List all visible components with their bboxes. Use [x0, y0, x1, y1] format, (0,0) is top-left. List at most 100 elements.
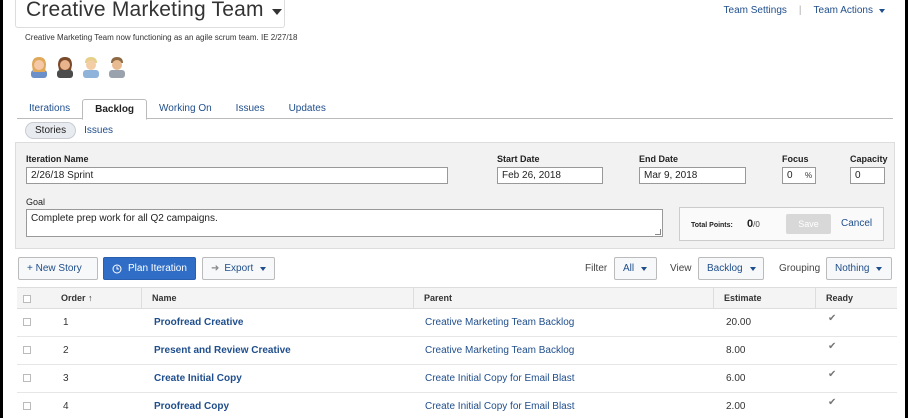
column-header-estimate[interactable]: Estimate	[713, 288, 815, 309]
tab-working-on[interactable]: Working On	[147, 99, 224, 119]
team-avatars	[29, 56, 127, 78]
grouping-label: Grouping	[779, 263, 821, 274]
chevron-down-icon[interactable]	[271, 8, 282, 15]
new-story-button[interactable]: + New Story	[18, 257, 98, 280]
column-header-order[interactable]: Order ↑	[61, 288, 93, 309]
capacity-label: Capacity	[850, 154, 888, 164]
tab-updates[interactable]: Updates	[277, 99, 338, 119]
focus-unit: %	[805, 171, 813, 180]
team-title-dropdown[interactable]: Creative Marketing Team	[15, 0, 285, 28]
stories-table: Order ↑ Name Parent Estimate Ready 1 Pro…	[17, 287, 897, 418]
arrow-right-icon: ➜	[211, 263, 220, 274]
iteration-panel: Iteration Name 2/26/18 Sprint Start Date…	[15, 142, 895, 249]
row-checkbox[interactable]	[23, 402, 31, 410]
order-cell: 4	[63, 401, 69, 412]
subtab-stories[interactable]: Stories	[25, 122, 77, 139]
row-checkbox[interactable]	[23, 374, 31, 382]
chevron-down-icon	[749, 266, 756, 271]
save-button[interactable]: Save	[786, 214, 831, 234]
ready-check-icon[interactable]: ✔	[828, 333, 836, 361]
story-name-link[interactable]: Proofread Copy	[154, 393, 229, 418]
table-row[interactable]: 3 Create Initial Copy Create Initial Cop…	[17, 365, 897, 393]
estimate-cell: 2.00	[726, 401, 746, 412]
table-header: Order ↑ Name Parent Estimate Ready	[17, 287, 897, 309]
sub-tabs: Stories Issues	[25, 122, 113, 139]
filter-dropdown[interactable]: All	[614, 257, 657, 280]
story-name-link[interactable]: Present and Review Creative	[154, 337, 291, 365]
chevron-down-icon[interactable]	[879, 8, 885, 13]
view-dropdown[interactable]: Backlog	[698, 257, 764, 280]
grouping-value: Nothing	[835, 263, 870, 274]
row-checkbox[interactable]	[23, 318, 31, 326]
ready-check-icon[interactable]: ✔	[828, 361, 836, 389]
grouping-dropdown[interactable]: Nothing	[826, 257, 892, 280]
view-label: View	[670, 263, 692, 274]
focus-label: Focus	[782, 154, 809, 164]
column-header-name[interactable]: Name	[141, 288, 413, 309]
team-description: Creative Marketing Team now functioning …	[25, 33, 298, 42]
iteration-name-label: Iteration Name	[26, 154, 89, 164]
tab-issues[interactable]: Issues	[224, 99, 277, 119]
parent-link[interactable]: Creative Marketing Team Backlog	[425, 337, 574, 365]
chevron-down-icon	[641, 266, 648, 271]
chevron-down-icon	[876, 266, 883, 271]
cancel-button[interactable]: Cancel	[841, 214, 872, 234]
parent-link[interactable]: Creative Marketing Team Backlog	[425, 309, 574, 337]
avatar[interactable]	[81, 56, 101, 78]
start-date-label: Start Date	[497, 154, 540, 164]
page-title: Creative Marketing Team	[26, 0, 264, 21]
estimate-cell: 8.00	[726, 345, 746, 356]
total-points-value: 0/0	[747, 218, 760, 230]
table-row[interactable]: 1 Proofread Creative Creative Marketing …	[17, 309, 897, 337]
select-all-checkbox[interactable]	[23, 295, 31, 303]
team-actions-link[interactable]: Team Actions	[814, 5, 873, 16]
order-cell: 3	[63, 373, 69, 384]
end-date-input[interactable]: Mar 9, 2018	[639, 167, 746, 184]
end-date-label: End Date	[639, 154, 679, 164]
start-date-input[interactable]: Feb 26, 2018	[497, 167, 603, 184]
capacity-input[interactable]: 0	[850, 167, 885, 184]
divider: |	[798, 5, 802, 16]
view-value: Backlog	[707, 263, 743, 274]
parent-link[interactable]: Create Initial Copy for Email Blast	[425, 365, 575, 393]
total-points-label: Total Points:	[691, 222, 733, 229]
filter-value: All	[623, 263, 635, 274]
ready-check-icon[interactable]: ✔	[828, 305, 836, 333]
row-checkbox[interactable]	[23, 346, 31, 354]
column-header-parent[interactable]: Parent	[413, 288, 713, 309]
table-row[interactable]: 4 Proofread Copy Create Initial Copy for…	[17, 393, 897, 418]
total-points-denominator: /0	[753, 220, 760, 229]
table-row[interactable]: 2 Present and Review Creative Creative M…	[17, 337, 897, 365]
order-cell: 2	[63, 345, 69, 356]
parent-link[interactable]: Create Initial Copy for Email Blast	[425, 393, 575, 418]
avatar[interactable]	[107, 56, 127, 78]
story-name-link[interactable]: Create Initial Copy	[154, 365, 242, 393]
subtab-issues[interactable]: Issues	[84, 125, 113, 136]
plan-iteration-button[interactable]: Plan Iteration	[103, 257, 196, 280]
backlog-toolbar: + New Story Plan Iteration ➜ Export Filt…	[18, 257, 898, 281]
goal-text: Complete prep work for all Q2 campaigns.	[31, 213, 218, 224]
ready-check-icon[interactable]: ✔	[828, 389, 836, 417]
estimate-cell: 6.00	[726, 373, 746, 384]
top-links: Team Settings | Team Actions	[724, 5, 885, 16]
order-cell: 1	[63, 317, 69, 328]
main-tabs: Iterations Backlog Working On Issues Upd…	[17, 99, 893, 120]
plan-iteration-label: Plan Iteration	[128, 263, 187, 274]
avatar[interactable]	[29, 56, 49, 78]
avatar[interactable]	[55, 56, 75, 78]
tab-backlog[interactable]: Backlog	[82, 99, 148, 120]
filter-label: Filter	[585, 263, 608, 274]
estimate-cell: 20.00	[726, 317, 752, 328]
export-label: Export	[224, 263, 254, 274]
app-frame: Creative Marketing Team Creative Marketi…	[3, 0, 905, 418]
total-points-box: Total Points: 0/0 Save Cancel	[679, 207, 884, 241]
team-settings-link[interactable]: Team Settings	[724, 5, 787, 16]
story-name-link[interactable]: Proofread Creative	[154, 309, 243, 337]
export-button[interactable]: ➜ Export	[202, 257, 275, 280]
resize-handle-icon[interactable]	[655, 229, 661, 235]
iteration-name-input[interactable]: 2/26/18 Sprint	[26, 167, 448, 184]
tab-iterations[interactable]: Iterations	[17, 99, 82, 119]
goal-textarea[interactable]: Complete prep work for all Q2 campaigns.	[26, 209, 663, 237]
clock-icon	[112, 264, 122, 273]
chevron-down-icon	[260, 266, 267, 271]
